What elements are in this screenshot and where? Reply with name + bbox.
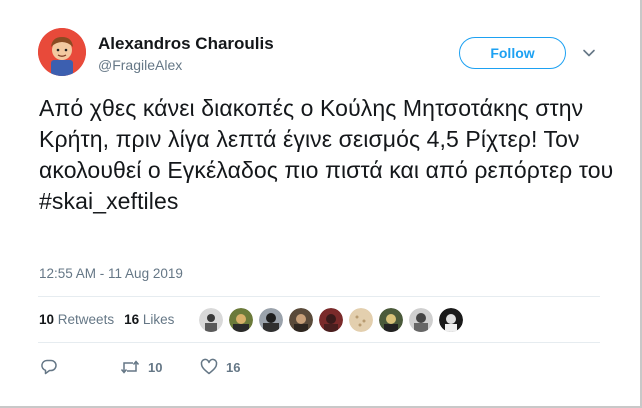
- retweet-button[interactable]: 10: [120, 358, 162, 376]
- likes-count: 16: [124, 312, 140, 327]
- retweet-count: 10: [148, 359, 163, 375]
- user-handle[interactable]: @FragileAlex: [98, 57, 182, 73]
- liker-avatar[interactable]: [348, 307, 374, 333]
- liker-avatar[interactable]: [438, 307, 464, 333]
- like-count: 16: [226, 359, 241, 375]
- tweet-actions: 10 16: [38, 358, 338, 378]
- retweet-icon: [120, 360, 140, 374]
- likes-label: Likes: [142, 312, 175, 327]
- likes-stat[interactable]: 16 Likes: [124, 312, 174, 327]
- heart-icon: [200, 358, 218, 375]
- liker-avatar[interactable]: [408, 307, 434, 333]
- like-button[interactable]: 16: [200, 358, 240, 376]
- avatar-figure-icon: [38, 28, 86, 76]
- tweet-card: Alexandros Charoulis @FragileAlex Follow…: [0, 0, 642, 408]
- liker-avatars: [198, 307, 464, 333]
- tweet-body: Από χθες κάνει διακοπές ο Κούλης Μητσοτά…: [39, 95, 614, 183]
- reply-button[interactable]: [40, 358, 58, 376]
- tweet-text: Από χθες κάνει διακοπές ο Κούλης Μητσοτά…: [39, 93, 619, 217]
- retweets-label: Retweets: [57, 312, 115, 327]
- divider: [38, 342, 600, 343]
- display-name[interactable]: Alexandros Charoulis: [98, 34, 274, 54]
- avatar[interactable]: [38, 28, 86, 76]
- liker-avatar[interactable]: [198, 307, 224, 333]
- liker-avatar[interactable]: [318, 307, 344, 333]
- hashtag-link[interactable]: #skai_xeftiles: [39, 188, 178, 214]
- divider: [38, 296, 600, 297]
- liker-avatar[interactable]: [378, 307, 404, 333]
- liker-avatar[interactable]: [288, 307, 314, 333]
- engagement-stats: 10 Retweets 16 Likes: [39, 312, 174, 327]
- reply-icon: [41, 359, 57, 375]
- liker-avatar[interactable]: [228, 307, 254, 333]
- tweet-timestamp[interactable]: 12:55 AM - 11 Aug 2019: [39, 266, 183, 281]
- follow-button[interactable]: Follow: [459, 37, 566, 69]
- retweets-count: 10: [39, 312, 55, 327]
- retweets-stat[interactable]: 10 Retweets: [39, 312, 114, 327]
- chevron-down-icon[interactable]: [582, 46, 596, 60]
- liker-avatar[interactable]: [258, 307, 284, 333]
